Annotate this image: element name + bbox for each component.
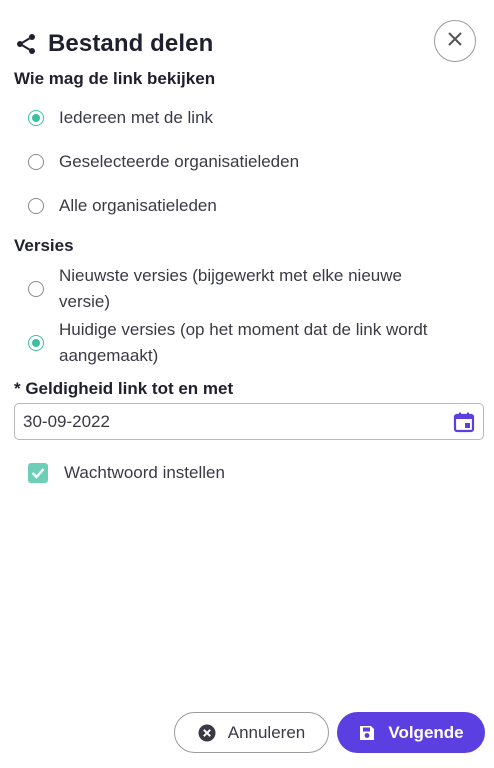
visibility-label: Wie mag de link bekijken — [14, 69, 216, 88]
next-label: Volgende — [388, 722, 464, 742]
dialog-title: Bestand delen — [48, 30, 214, 57]
radio-button-checked[interactable] — [28, 335, 44, 351]
validity-date-input[interactable]: 30-09-2022 — [14, 403, 484, 440]
radio-all-members[interactable]: Alle organisatieleden — [28, 193, 474, 219]
close-icon — [447, 31, 463, 52]
save-icon — [358, 724, 376, 742]
radio-label: Geselecteerde organisatieleden — [59, 152, 300, 171]
dialog-header: Bestand delen — [14, 20, 484, 64]
date-value: 30-09-2022 — [23, 411, 110, 431]
radio-selected-members[interactable]: Geselecteerde organisatieleden — [28, 149, 474, 175]
close-button[interactable] — [434, 20, 476, 62]
radio-label: Huidige versies (op het moment dat de li… — [59, 320, 428, 365]
share-icon — [14, 31, 40, 57]
radio-button[interactable] — [28, 198, 44, 214]
radio-button[interactable] — [28, 154, 44, 170]
radio-latest-versions[interactable]: Nieuwste versies (bijgewerkt met elke ni… — [28, 263, 448, 315]
radio-label: Iedereen met de link — [59, 108, 214, 127]
cancel-button[interactable]: Annuleren — [174, 712, 329, 753]
password-checkbox-row[interactable]: Wachtwoord instellen — [28, 463, 225, 483]
validity-label: * Geldigheid link tot en met — [14, 379, 234, 398]
radio-current-versions[interactable]: Huidige versies (op het moment dat de li… — [28, 317, 468, 369]
password-label: Wachtwoord instellen — [64, 463, 225, 482]
radio-label: Alle organisatieleden — [59, 196, 217, 215]
radio-label: Nieuwste versies (bijgewerkt met elke ni… — [59, 266, 402, 311]
password-checkbox[interactable] — [28, 463, 48, 483]
versions-label: Versies — [14, 236, 74, 255]
calendar-icon[interactable] — [453, 411, 475, 433]
cancel-icon — [198, 724, 216, 742]
radio-button[interactable] — [28, 281, 44, 297]
next-button[interactable]: Volgende — [337, 712, 485, 753]
cancel-label: Annuleren — [227, 722, 306, 742]
radio-button-checked[interactable] — [28, 110, 44, 126]
radio-everyone-with-link[interactable]: Iedereen met de link — [28, 105, 474, 131]
